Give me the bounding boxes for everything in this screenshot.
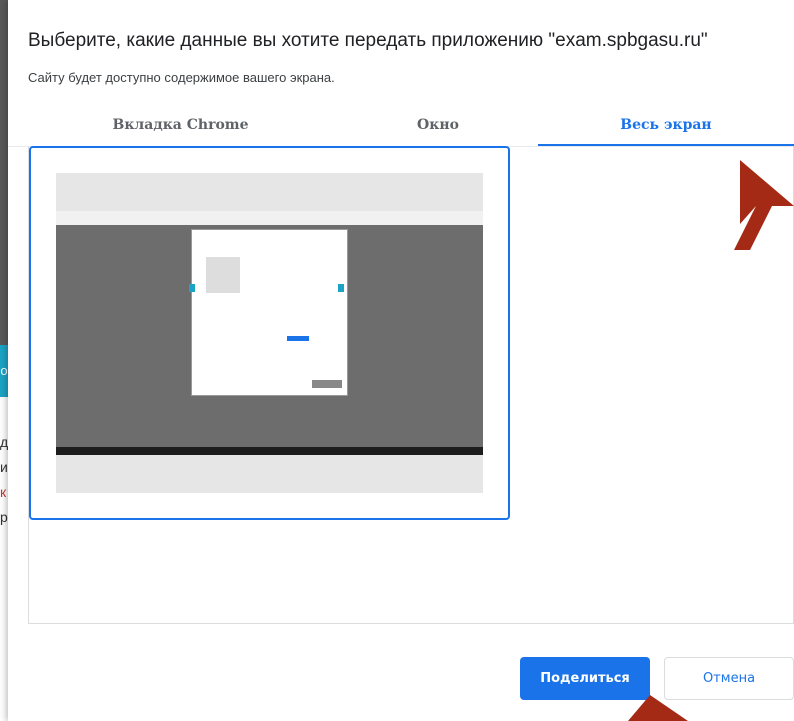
share-screen-dialog: Выберите, какие данные вы хотите передат…: [8, 0, 794, 721]
background-teal-char: о: [0, 363, 8, 378]
annotation-arrow-icon: [734, 160, 794, 250]
dialog-title: Выберите, какие данные вы хотите передат…: [28, 30, 708, 51]
background-dark-panel: [0, 0, 8, 345]
share-button[interactable]: Поделиться: [520, 657, 650, 700]
background-char: р: [0, 509, 8, 525]
background-char: д: [0, 434, 8, 450]
tab-window[interactable]: Окно: [338, 104, 538, 146]
background-teal-bar: о: [0, 345, 8, 397]
thumbnail-taskbar: [56, 447, 483, 455]
tab-bar: Вкладка Chrome Окно Весь экран: [8, 104, 794, 147]
cancel-button[interactable]: Отмена: [664, 657, 794, 700]
tab-chrome-tab[interactable]: Вкладка Chrome: [28, 104, 333, 146]
thumbnail-dialog: [191, 229, 348, 396]
thumbnail-marker: [338, 284, 344, 292]
thumbnail-marker: [189, 284, 195, 292]
dialog-subtitle: Сайту будет доступно содержимое вашего э…: [28, 70, 335, 85]
source-list: [28, 146, 794, 624]
background-char: к: [0, 484, 7, 500]
thumbnail-browser-bar: [56, 211, 483, 225]
screen-source-tile[interactable]: [29, 146, 510, 520]
thumbnail-dialog-button: [287, 336, 309, 341]
background-char: и: [0, 459, 8, 475]
screen-thumbnail: [56, 173, 483, 493]
annotation-arrow-icon: [628, 695, 688, 721]
thumbnail-dialog-footer: [312, 380, 342, 388]
thumbnail-desktop: [56, 211, 483, 455]
tab-entire-screen[interactable]: Весь экран: [538, 104, 794, 146]
background-text: д и к р: [0, 430, 8, 530]
thumbnail-dialog-preview: [206, 257, 240, 293]
